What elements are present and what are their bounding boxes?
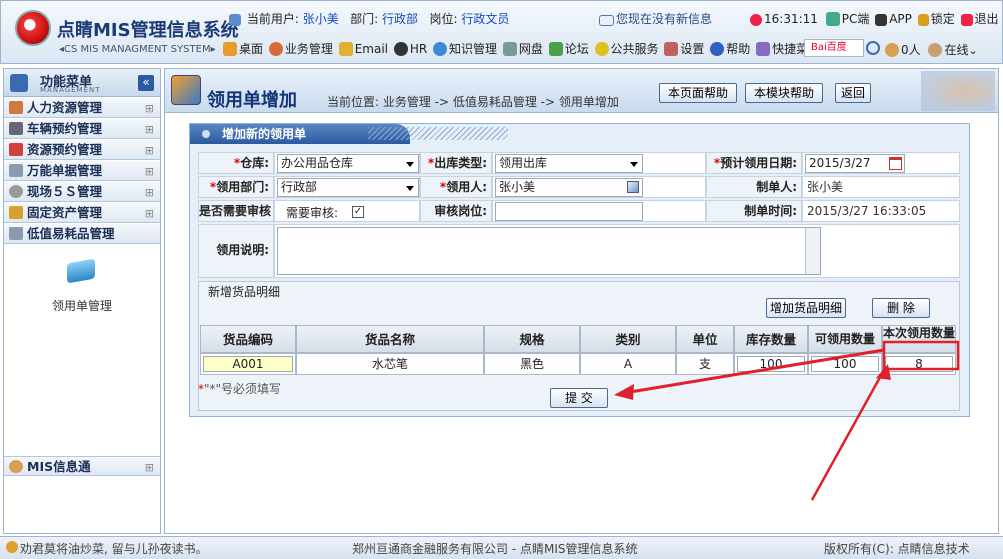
annotation-arrow-head [614,384,634,400]
footer-copyright: 版权所有(C): 点睛信息技术 [824,542,970,556]
annotation-overlay [614,340,960,501]
smile-icon [6,541,18,553]
annotation-pointer-line [810,369,886,501]
annotation-arrow-line [629,348,885,394]
footer: 劝君莫将油炒菜, 留与儿孙夜读书。 郑州亘通商金融服务有限公司 - 点睛MIS管… [0,536,1003,559]
annotation-highlight-box [882,340,960,371]
footer-company: 郑州亘通商金融服务有限公司 - 点睛MIS管理信息系统 [352,542,638,556]
footer-quote: 劝君莫将油炒菜, 留与儿孙夜读书。 [20,542,208,556]
